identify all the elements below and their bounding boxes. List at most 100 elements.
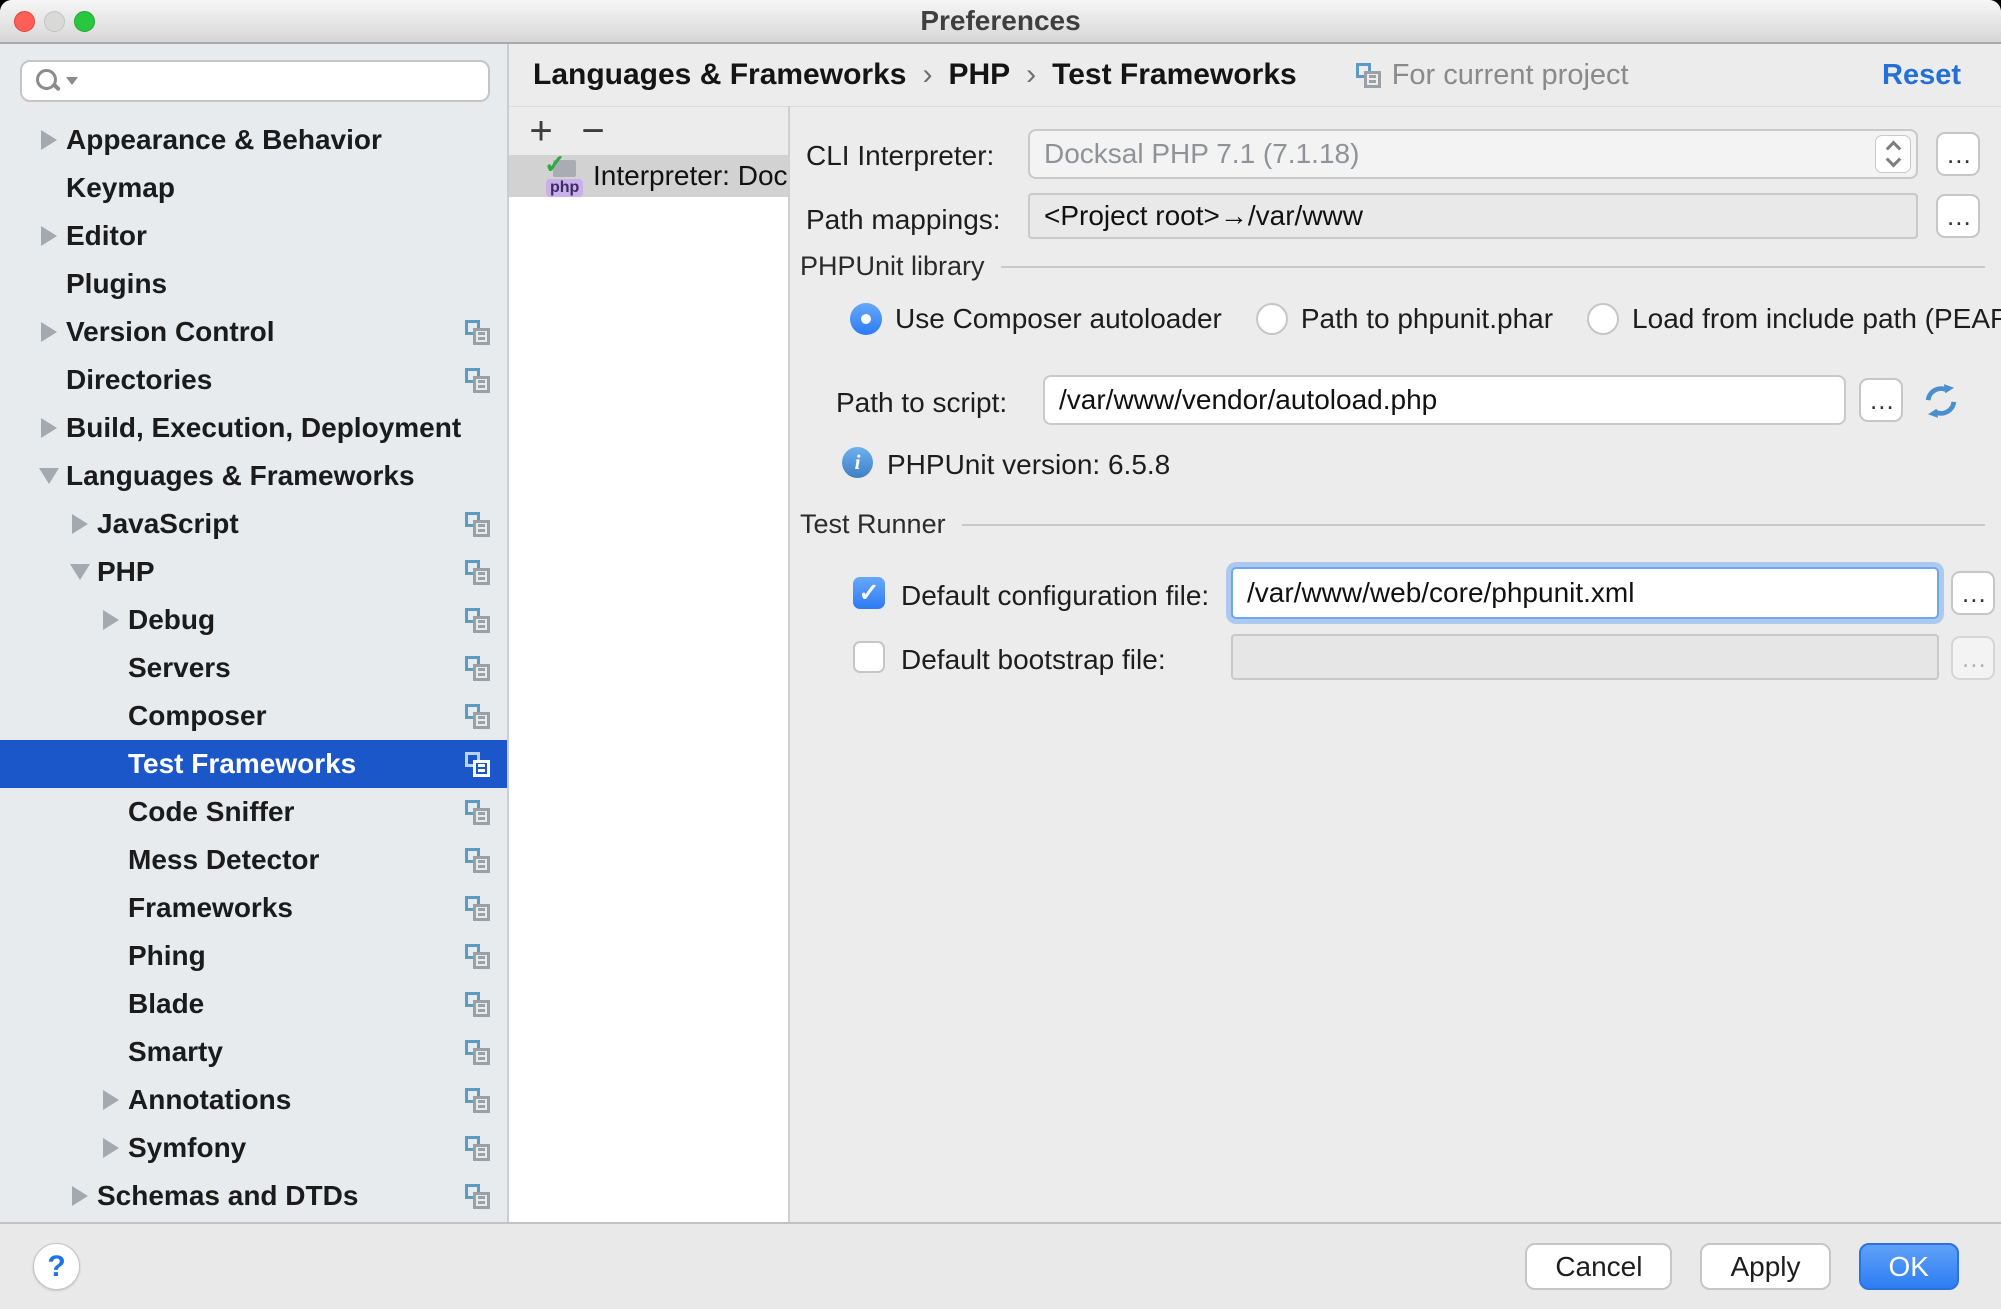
- path-mappings-browse-button[interactable]: ...: [1936, 194, 1980, 238]
- sidebar-item-blade[interactable]: Blade: [0, 980, 507, 1028]
- minimize-window-button[interactable]: [44, 11, 65, 32]
- search-options-caret-icon[interactable]: [66, 77, 78, 85]
- sidebar-item-label: Frameworks: [128, 892, 293, 924]
- per-project-icon: [464, 1183, 491, 1210]
- path-to-script-browse-button[interactable]: ...: [1859, 378, 1903, 422]
- default-bootstrap-input[interactable]: [1231, 634, 1939, 680]
- sidebar-item-schemas-and-dtds[interactable]: Schemas and DTDs: [0, 1172, 507, 1220]
- sidebar-item-appearance-behavior[interactable]: Appearance & Behavior: [0, 116, 507, 164]
- chevron-right-icon[interactable]: [94, 1090, 128, 1110]
- sidebar-item-plugins[interactable]: Plugins: [0, 260, 507, 308]
- sidebar-item-directories[interactable]: Directories: [0, 356, 507, 404]
- zoom-window-button[interactable]: [74, 11, 95, 32]
- sidebar-item-version-control[interactable]: Version Control: [0, 308, 507, 356]
- chevron-right-icon[interactable]: [32, 226, 66, 246]
- default-bootstrap-browse-button[interactable]: ...: [1951, 636, 1995, 680]
- per-project-icon: [464, 799, 491, 826]
- chevron-right-icon[interactable]: [32, 130, 66, 150]
- path-to-script-label: Path to script:: [836, 387, 1007, 419]
- chevron-right-icon[interactable]: [94, 610, 128, 630]
- chevron-right-icon[interactable]: [63, 1186, 97, 1206]
- sidebar-item-label: Test Frameworks: [128, 748, 356, 780]
- path-mappings-field[interactable]: <Project root>→/var/www: [1028, 193, 1918, 239]
- default-configuration-checkbox[interactable]: ✓: [853, 577, 885, 609]
- chevron-down-icon[interactable]: [32, 468, 66, 484]
- radio-use-composer-autoloader[interactable]: Use Composer autoloader: [850, 303, 1222, 335]
- test-runner-section-label: Test Runner: [800, 509, 946, 540]
- default-configuration-input[interactable]: /var/www/web/core/phpunit.xml: [1231, 567, 1939, 619]
- sidebar-item-label: Appearance & Behavior: [66, 124, 382, 156]
- sidebar-item-languages-frameworks[interactable]: Languages & Frameworks: [0, 452, 507, 500]
- radio-button-icon[interactable]: [1256, 303, 1288, 335]
- sidebar-item-annotations[interactable]: Annotations: [0, 1076, 507, 1124]
- radio-button-icon[interactable]: [1587, 303, 1619, 335]
- sidebar-item-javascript[interactable]: JavaScript: [0, 500, 507, 548]
- radio-button-icon[interactable]: [850, 303, 882, 335]
- default-configuration-value: /var/www/web/core/phpunit.xml: [1247, 577, 1634, 609]
- default-bootstrap-checkbox[interactable]: [853, 641, 885, 673]
- settings-sidebar: Appearance & Behavior KeymapEditorPlugins…: [0, 44, 507, 1222]
- sidebar-item-symfony[interactable]: Symfony: [0, 1124, 507, 1172]
- path-to-script-input[interactable]: /var/www/vendor/autoload.php: [1043, 375, 1846, 425]
- chevron-right-icon[interactable]: [32, 322, 66, 342]
- refresh-icon[interactable]: [1919, 379, 1963, 423]
- chevron-right-icon[interactable]: [94, 1138, 128, 1158]
- chevron-right-icon[interactable]: [32, 418, 66, 438]
- sidebar-item-keymap[interactable]: Keymap: [0, 164, 507, 212]
- breadcrumb-segment[interactable]: Test Frameworks: [1052, 58, 1297, 92]
- phpunit-library-radio-group: Use Composer autoloader Path to phpunit.p…: [850, 303, 2001, 335]
- sidebar-item-test-frameworks[interactable]: Test Frameworks: [0, 740, 507, 788]
- cli-interpreter-select[interactable]: Docksal PHP 7.1 (7.1.18): [1028, 129, 1918, 179]
- stepper-icon[interactable]: [1875, 135, 1911, 173]
- help-button[interactable]: ?: [33, 1243, 80, 1290]
- sidebar-item-php[interactable]: PHP: [0, 548, 507, 596]
- breadcrumb-segment[interactable]: Languages & Frameworks: [533, 58, 906, 92]
- sidebar-item-servers[interactable]: Servers: [0, 644, 507, 692]
- apply-button[interactable]: Apply: [1700, 1243, 1830, 1290]
- test-runner-section: Test Runner: [800, 509, 1985, 540]
- sidebar-item-label: Smarty: [128, 1036, 223, 1068]
- interpreter-list-item[interactable]: ✓ php Interpreter: Dock: [509, 155, 788, 197]
- remove-interpreter-button[interactable]: −: [575, 111, 611, 151]
- sidebar-item-phing[interactable]: Phing: [0, 932, 507, 980]
- sidebar-item-label: Schemas and DTDs: [97, 1180, 358, 1212]
- radio-label: Path to phpunit.phar: [1301, 303, 1553, 335]
- sidebar-item-editor[interactable]: Editor: [0, 212, 507, 260]
- close-window-button[interactable]: [14, 11, 35, 32]
- preferences-window: Preferences Appearance & Behavior KeymapE…: [0, 0, 2001, 1309]
- sidebar-item-frameworks[interactable]: Frameworks: [0, 884, 507, 932]
- default-configuration-browse-button[interactable]: ...: [1951, 571, 1995, 615]
- sidebar-item-composer[interactable]: Composer: [0, 692, 507, 740]
- radio-load-from-include-path-pear[interactable]: Load from include path (PEAR): [1587, 303, 2001, 335]
- ok-button[interactable]: OK: [1859, 1243, 1959, 1290]
- per-project-icon: [464, 1135, 491, 1162]
- sidebar-item-label: Debug: [128, 604, 215, 636]
- window-title: Preferences: [920, 5, 1080, 37]
- sidebar-item-label: Symfony: [128, 1132, 246, 1164]
- breadcrumb-separator: ›: [922, 58, 932, 92]
- sidebar-item-label: Code Sniffer: [128, 796, 294, 828]
- per-project-icon: [464, 607, 491, 634]
- settings-tree: Appearance & Behavior KeymapEditorPlugins…: [0, 116, 507, 1220]
- cancel-button[interactable]: Cancel: [1525, 1243, 1672, 1290]
- path-to-script-value: /var/www/vendor/autoload.php: [1059, 384, 1437, 416]
- sidebar-item-debug[interactable]: Debug: [0, 596, 507, 644]
- sidebar-item-build-execution-deployment[interactable]: Build, Execution, Deployment: [0, 404, 507, 452]
- radio-path-to-phpunit-phar[interactable]: Path to phpunit.phar: [1256, 303, 1553, 335]
- sidebar-item-label: Blade: [128, 988, 204, 1020]
- breadcrumb-segment[interactable]: PHP: [948, 58, 1010, 92]
- chevron-down-icon[interactable]: [63, 564, 97, 580]
- cli-interpreter-value: Docksal PHP 7.1 (7.1.18): [1044, 138, 1359, 170]
- settings-search-box[interactable]: [20, 60, 490, 102]
- cli-interpreter-browse-button[interactable]: ...: [1936, 132, 1980, 176]
- search-input[interactable]: [82, 62, 488, 100]
- sidebar-item-smarty[interactable]: Smarty: [0, 1028, 507, 1076]
- chevron-right-icon[interactable]: [63, 514, 97, 534]
- add-interpreter-button[interactable]: +: [523, 111, 559, 151]
- search-icon: [34, 67, 62, 95]
- title-bar: Preferences: [0, 0, 2001, 44]
- reset-link[interactable]: Reset: [1882, 59, 1961, 92]
- sidebar-item-mess-detector[interactable]: Mess Detector: [0, 836, 507, 884]
- sidebar-item-label: Annotations: [128, 1084, 291, 1116]
- sidebar-item-code-sniffer[interactable]: Code Sniffer: [0, 788, 507, 836]
